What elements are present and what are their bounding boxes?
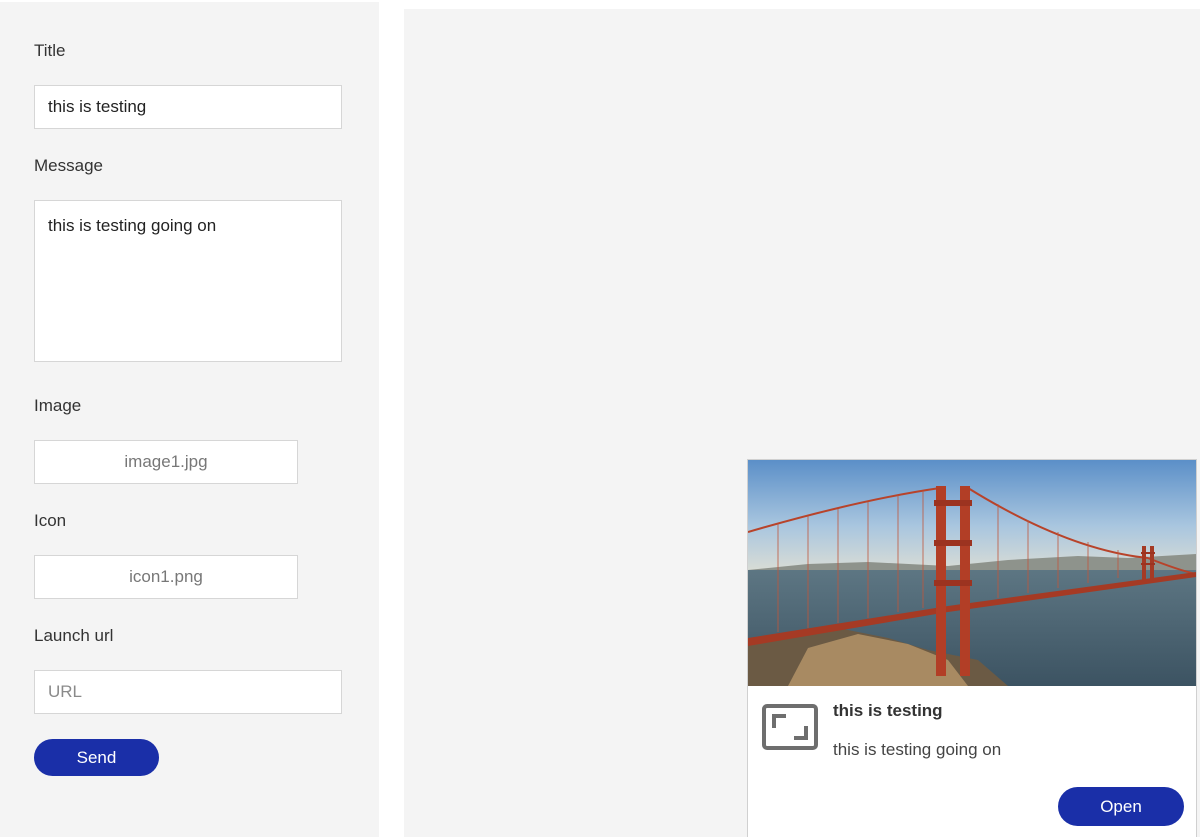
title-input[interactable]: this is testing xyxy=(34,85,342,129)
launch-url-label: Launch url xyxy=(34,626,114,645)
title-label: Title xyxy=(34,41,66,60)
notification-image xyxy=(748,460,1196,686)
image-label: Image xyxy=(34,396,82,415)
launch-url-input[interactable]: URL xyxy=(34,670,342,714)
golden-gate-bridge-photo xyxy=(748,460,1196,686)
icon-label: Icon xyxy=(34,511,67,530)
icon-file-input[interactable]: icon1.png xyxy=(34,555,298,599)
notification-preview: this is testing this is testing going on… xyxy=(747,459,1197,837)
send-button[interactable]: Send xyxy=(34,739,159,776)
expand-frame-icon xyxy=(762,704,820,752)
message-label: Message xyxy=(34,156,103,175)
message-textarea[interactable]: this is testing going on xyxy=(34,200,342,362)
notification-form: Title this is testing Message this is te… xyxy=(0,2,379,837)
notification-title: this is testing xyxy=(833,701,943,720)
notification-message: this is testing going on xyxy=(833,740,1002,759)
image-file-input[interactable]: image1.jpg xyxy=(34,440,298,484)
open-button[interactable]: Open xyxy=(1058,787,1184,826)
